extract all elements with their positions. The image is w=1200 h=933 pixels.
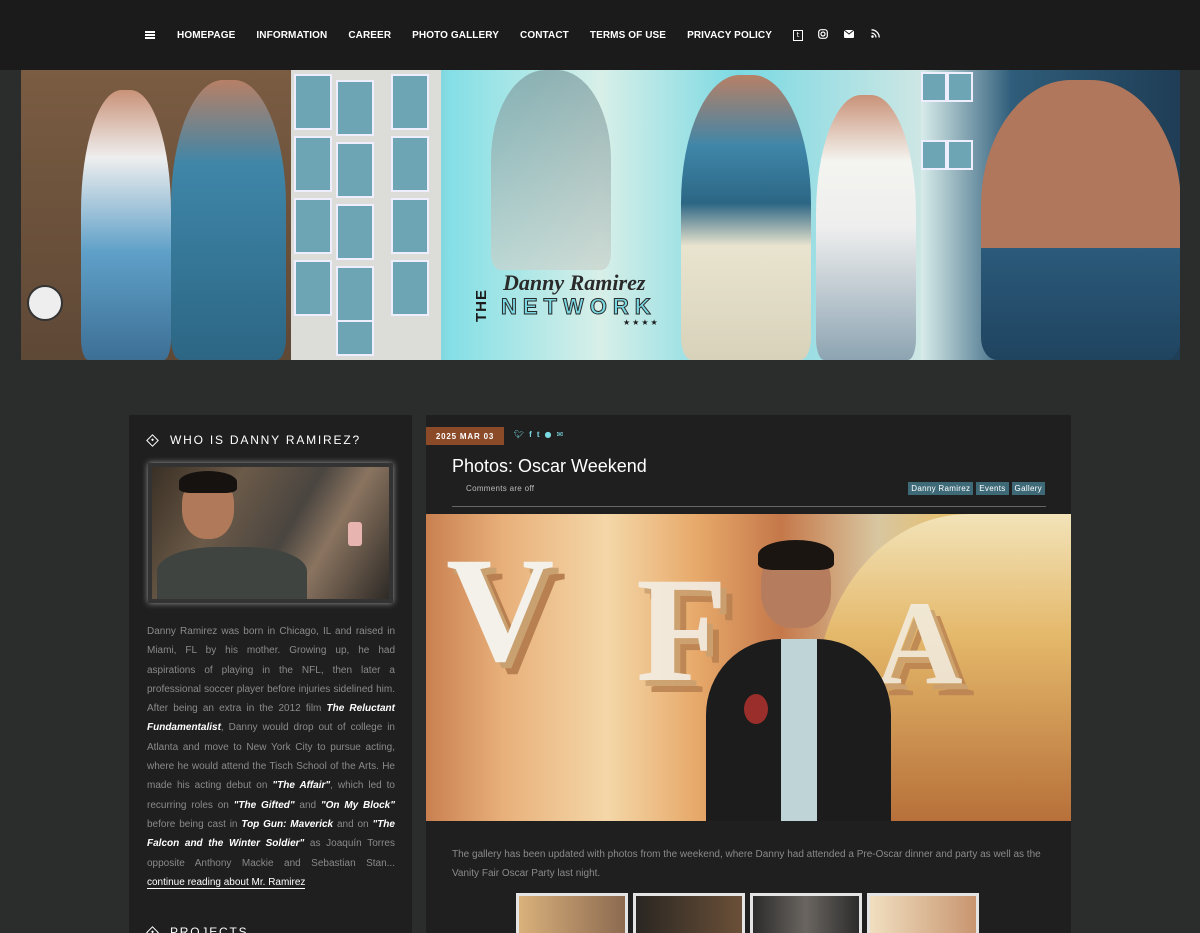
twitter-icon[interactable]: 🐦︎ [514,430,524,439]
nav-privacy-policy[interactable]: PRIVACY POLICY [687,30,772,41]
widget-title-text: WHO IS DANNY RAMIREZ? [170,433,361,447]
featured-person [706,540,891,821]
main-post: 2025 MAR 03 🐦︎ f t ● ✉ Photos: Oscar Wee… [426,415,1071,933]
tumblr-icon[interactable]: t [793,29,804,41]
bio-text: Danny Ramirez was born in Chicago, IL an… [147,626,395,889]
gallery-thumbnail[interactable] [750,893,862,933]
top-navigation: HOMEPAGE INFORMATION CAREER PHOTO GALLER… [0,0,1200,70]
banner-collage-right [921,70,1180,360]
post-body: The gallery has been updated with photos… [452,849,1041,880]
logo-the: THE [473,289,490,322]
envelope-icon[interactable]: ✉ [556,430,563,439]
pinterest-icon[interactable]: ● [545,430,552,439]
profile-image [152,467,389,599]
gallery-thumbnail[interactable] [867,893,979,933]
banner-collage-left [21,70,291,360]
widget-title-who: WHO IS DANNY RAMIREZ? [146,433,361,447]
show-the-gifted: "The Gifted" [233,799,295,811]
post-title[interactable]: Photos: Oscar Weekend [452,456,647,477]
show-on-my-block: "On My Block" [320,799,395,811]
gallery-thumbnails [516,893,984,933]
film-top-gun-maverick: Top Gun: Maverick [241,818,334,830]
widget-title-text: PROJECTS [170,925,249,933]
nav-career[interactable]: CAREER [348,30,391,41]
diamond-icon [146,433,159,447]
show-the-affair: "The Affair" [272,780,331,792]
nav-homepage[interactable]: HOMEPAGE [177,30,235,41]
featured-image[interactable]: V F A [426,514,1071,821]
comments-status: Comments are off [466,484,535,493]
title-divider [452,506,1046,507]
gallery-thumbnail[interactable] [633,893,745,933]
instagram-icon[interactable] [817,28,829,42]
tag-danny-ramirez[interactable]: Danny Ramirez [908,482,974,495]
hamburger-menu-icon[interactable] [145,31,155,39]
nav-terms-of-use[interactable]: TERMS OF USE [590,30,666,41]
rss-icon[interactable] [869,29,881,41]
sidebar: WHO IS DANNY RAMIREZ? Danny Ramirez was … [129,415,412,933]
tumblr-icon[interactable]: t [537,430,540,439]
logo-name: Danny Ramirez [503,270,646,295]
profile-photo[interactable] [148,463,393,603]
gallery-thumbnail[interactable] [516,893,628,933]
nav-contact[interactable]: CONTACT [520,30,569,41]
post-date-badge: 2025 MAR 03 [426,427,504,445]
nav-photo-gallery[interactable]: PHOTO GALLERY [412,30,499,41]
social-links: t [793,28,895,42]
nav-inner: HOMEPAGE INFORMATION CAREER PHOTO GALLER… [145,0,895,70]
tag-gallery[interactable]: Gallery [1011,482,1045,495]
diamond-icon [146,925,159,933]
banner-thumb-grid [291,70,441,360]
backdrop-letter-v: V [446,527,555,693]
share-icons: 🐦︎ f t ● ✉ [514,430,568,439]
logo-stars: ★★★★ [623,318,660,327]
widget-title-projects: PROJECTS [146,925,249,933]
envelope-icon[interactable] [843,29,855,41]
facebook-icon[interactable]: f [529,430,532,439]
site-logo[interactable]: THE Danny Ramirez NETWORK ★★★★ [473,270,703,330]
logo-network: NETWORK [501,294,657,320]
tag-events[interactable]: Events [976,482,1009,495]
continue-reading-link[interactable]: continue reading about Mr. Ramirez [147,876,306,889]
header-banner[interactable]: THE Danny Ramirez NETWORK ★★★★ [21,70,1180,360]
nav-information[interactable]: INFORMATION [256,30,327,41]
post-tags: Danny Ramirez Events Gallery [905,482,1045,495]
